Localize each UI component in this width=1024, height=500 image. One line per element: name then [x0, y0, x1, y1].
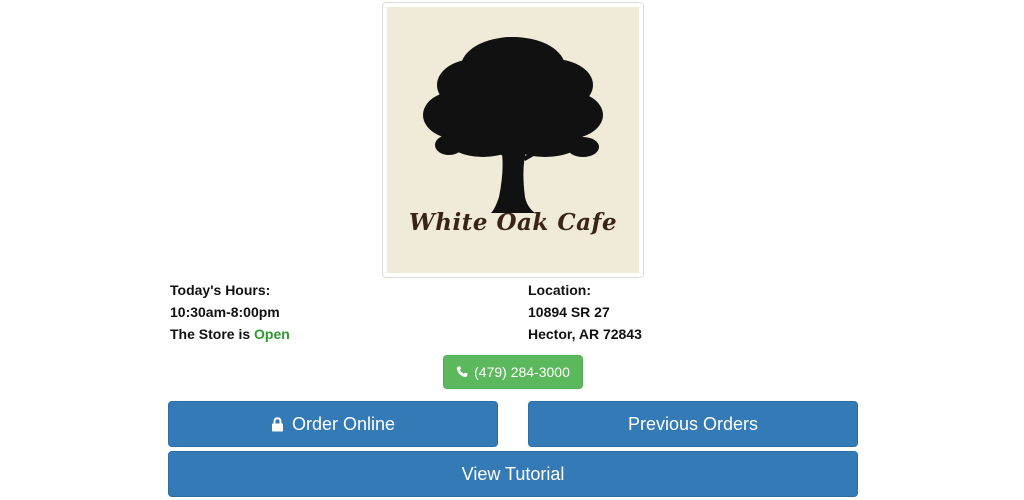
- store-status-value: Open: [254, 326, 290, 342]
- hours-value: 10:30am-8:00pm: [170, 304, 280, 320]
- phone-button[interactable]: (479) 284-3000: [443, 355, 583, 389]
- location-label: Location:: [528, 282, 591, 298]
- logo-frame: White Oak Cafe: [382, 2, 644, 278]
- previous-orders-label: Previous Orders: [627, 413, 759, 434]
- phone-icon: [456, 366, 468, 378]
- phone-label: (479) 284-3000: [474, 364, 570, 380]
- hours-block: Today's Hours: 10:30am-8:00pm The Store …: [170, 279, 290, 345]
- lock-icon: [271, 416, 284, 432]
- logo-image: White Oak Cafe: [387, 7, 639, 273]
- previous-orders-button[interactable]: Previous Orders: [528, 401, 858, 447]
- order-online-button[interactable]: Order Online: [168, 401, 498, 447]
- location-city: Hector, AR 72843: [528, 326, 642, 342]
- view-tutorial-button[interactable]: View Tutorial: [168, 451, 858, 497]
- store-status: The Store is Open: [170, 323, 290, 345]
- store-status-prefix: The Store is: [170, 326, 251, 342]
- order-online-label: Order Online: [291, 413, 396, 434]
- view-tutorial-label: View Tutorial: [461, 463, 565, 484]
- hours-label: Today's Hours:: [170, 282, 271, 298]
- location-street: 10894 SR 27: [528, 304, 610, 320]
- logo-text: White Oak Cafe: [408, 209, 618, 236]
- location-block: Location: 10894 SR 27 Hector, AR 72843: [528, 279, 642, 345]
